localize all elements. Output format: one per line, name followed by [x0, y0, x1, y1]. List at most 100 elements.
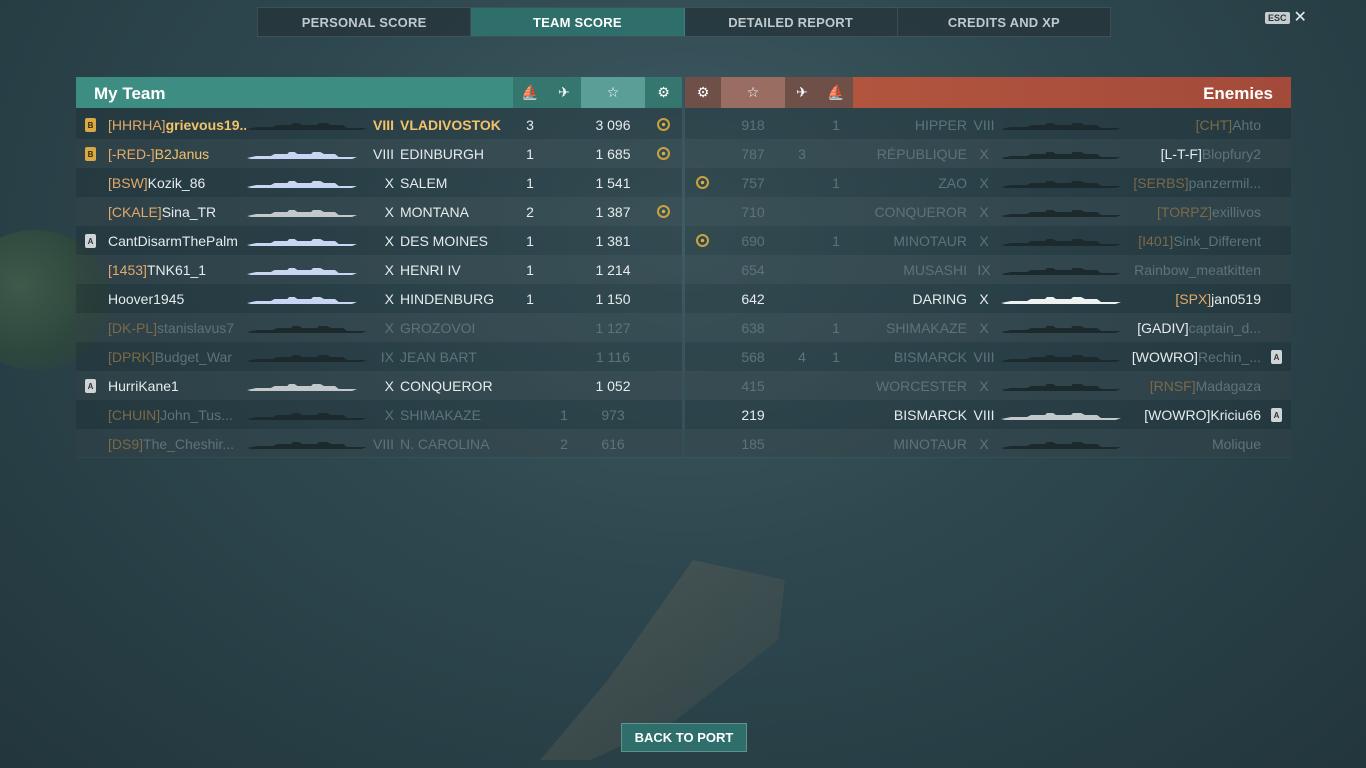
player-name[interactable]: [DPRK]Budget_War: [108, 349, 246, 365]
player-name[interactable]: [-RED-]B2Janus: [108, 146, 246, 162]
player-name[interactable]: CantDisarmThePalm: [108, 233, 246, 249]
tab-detailed-report[interactable]: DETAILED REPORT: [685, 8, 898, 36]
kills-count: 1: [832, 233, 840, 249]
player-row[interactable]: 654 MUSASHI IX Rainbow_meatkitten: [685, 255, 1291, 284]
player-row[interactable]: [CKALE]Sina_TR X MONTANA 2 1 387: [76, 197, 682, 226]
ship-tier: VIII: [973, 117, 995, 133]
clan-tag: [DPRK]: [108, 349, 155, 365]
player-row[interactable]: [CHUIN]John_Tus... X SHIMAKAZE 1 973: [76, 400, 682, 429]
tab-personal-score[interactable]: PERSONAL SCORE: [258, 8, 472, 36]
ship-tier: X: [979, 320, 989, 336]
player-name[interactable]: [1453]TNK61_1: [108, 262, 246, 278]
player-row[interactable]: 219 BISMARCK VIII [WOWRO]Kriciu66 A: [685, 400, 1291, 429]
emblem-icon-glyph: ⚙: [657, 84, 670, 100]
player-row[interactable]: 787 3 RÉPUBLIQUE X [L-T-F]Blopfury2: [685, 139, 1291, 168]
ship-silhouette: [247, 239, 367, 246]
ship-tier: VIII: [973, 407, 995, 423]
player-nickname: Kriciu66: [1210, 407, 1261, 423]
tab-credits-and-xp[interactable]: CREDITS AND XP: [898, 8, 1110, 36]
ship-silhouette: [247, 152, 367, 159]
player-nickname: grievous19...: [165, 117, 246, 133]
player-name[interactable]: [DS9]The_Cheshir...: [108, 436, 246, 452]
star-icon-glyph: ☆: [606, 84, 620, 100]
result-tabs: PERSONAL SCORE TEAM SCORE DETAILED REPOR…: [257, 7, 1111, 37]
player-row[interactable]: [BSW]Kozik_86 X SALEM 1 1 541: [76, 168, 682, 197]
player-name[interactable]: Hoover1945: [108, 291, 246, 307]
my-team-panel: My Team ⛵ ✈ ☆ ⚙ B [HHRHA]grievous19... VII…: [76, 77, 682, 458]
player-row[interactable]: 642 DARING X [SPX]jan0519: [685, 284, 1291, 313]
ship-silhouette: [1001, 413, 1121, 420]
player-name[interactable]: [CHT]Ahto: [1115, 117, 1261, 133]
base-xp-score: 3 096: [595, 117, 631, 133]
player-name[interactable]: [TORPZ]exillivos: [1115, 204, 1261, 220]
rank-badge-icon: A: [1271, 350, 1282, 364]
player-name[interactable]: [SPX]jan0519: [1115, 291, 1261, 307]
player-row[interactable]: Hoover1945 X HINDENBURG 1 1 150: [76, 284, 682, 313]
player-row[interactable]: 710 CONQUEROR X [TORPZ]exillivos: [685, 197, 1291, 226]
player-row[interactable]: [DPRK]Budget_War IX JEAN BART 1 116: [76, 342, 682, 371]
player-row[interactable]: 415 WORCESTER X [RNSF]Madagaza: [685, 371, 1291, 400]
player-name[interactable]: [RNSF]Madagaza: [1115, 378, 1261, 394]
player-name[interactable]: [CHUIN]John_Tus...: [108, 407, 246, 423]
player-nickname: Sink_Different: [1173, 233, 1261, 249]
player-nickname: Rechin_...: [1197, 349, 1261, 365]
player-name[interactable]: [SERBS]panzermil...: [1115, 175, 1261, 191]
player-row[interactable]: A CantDisarmThePalm X DES MOINES 1 1 381: [76, 226, 682, 255]
player-row[interactable]: B [-RED-]B2Janus VIII EDINBURGH 1 1 685: [76, 139, 682, 168]
player-name[interactable]: HurriKane1: [108, 378, 246, 394]
player-name[interactable]: [WOWRO]Rechin_...: [1115, 349, 1261, 365]
player-nickname: Kozik_86: [147, 175, 206, 191]
player-nickname: B2Janus: [154, 146, 210, 162]
player-row[interactable]: [1453]TNK61_1 X HENRI IV 1 1 214: [76, 255, 682, 284]
rank-badge-icon: B: [85, 147, 96, 161]
emblem-icon: ⚙: [685, 77, 721, 108]
player-row[interactable]: 690 1 MINOTAUR X [I401]Sink_Different: [685, 226, 1291, 255]
player-row[interactable]: 757 1 ZAO X [SERBS]panzermil...: [685, 168, 1291, 197]
plane-icon-glyph: ✈: [796, 84, 808, 100]
player-name[interactable]: [GADIV]captain_d...: [1115, 320, 1261, 336]
ship-tier: IX: [977, 262, 991, 278]
ship-name: SHIMAKAZE: [400, 407, 481, 423]
player-name[interactable]: Rainbow_meatkitten: [1115, 262, 1261, 278]
ship-tier: X: [384, 262, 394, 278]
player-row[interactable]: 638 1 SHIMAKAZE X [GADIV]captain_d...: [685, 313, 1291, 342]
ship-name: EDINBURGH: [400, 146, 485, 162]
player-row[interactable]: B [HHRHA]grievous19... VIII VLADIVOSTOK 3 3 0…: [76, 110, 682, 139]
clan-tag: [BSW]: [108, 175, 148, 191]
base-xp-score: 757: [741, 175, 765, 191]
player-name[interactable]: [I401]Sink_Different: [1115, 233, 1261, 249]
ship-name: MONTANA: [400, 204, 469, 220]
player-name[interactable]: [CKALE]Sina_TR: [108, 204, 246, 220]
emblem-icon-glyph: ⚙: [696, 84, 710, 100]
player-row[interactable]: 568 4 1 BISMARCK VIII [WOWRO]Rechin_... A: [685, 342, 1291, 371]
kills-count: 1: [526, 233, 534, 249]
close-button[interactable]: ESC ✕: [1265, 10, 1307, 26]
player-row[interactable]: 918 1 HIPPER VIII [CHT]Ahto: [685, 110, 1291, 139]
player-nickname: Madagaza: [1195, 378, 1261, 394]
player-nickname: Budget_War: [154, 349, 232, 365]
clan-tag: [I401]: [1138, 233, 1174, 249]
ship-silhouette: [247, 268, 367, 275]
tab-team-score[interactable]: TEAM SCORE: [471, 8, 685, 36]
player-nickname: Sina_TR: [161, 204, 217, 220]
clan-tag: [TORPZ]: [1157, 204, 1212, 220]
player-name[interactable]: [HHRHA]grievous19...: [108, 117, 246, 133]
player-row[interactable]: [DS9]The_Cheshir... VIII N. CAROLINA 2 616: [76, 429, 682, 458]
back-to-port-button[interactable]: BACK TO PORT: [621, 723, 747, 752]
player-name[interactable]: Molique: [1115, 436, 1261, 452]
ship-silhouette: [247, 326, 367, 333]
player-name[interactable]: [L-T-F]Blopfury2: [1115, 146, 1261, 162]
player-row[interactable]: A HurriKane1 X CONQUEROR 1 052: [76, 371, 682, 400]
player-name[interactable]: [WOWRO]Kriciu66: [1115, 407, 1261, 423]
ship-silhouette: [1001, 355, 1121, 362]
player-row[interactable]: 185 MINOTAUR X Molique: [685, 429, 1291, 458]
ship-name: MINOTAUR: [893, 233, 967, 249]
player-name[interactable]: [BSW]Kozik_86: [108, 175, 246, 191]
plane-icon: ✈: [547, 77, 581, 108]
player-name[interactable]: [DK-PL]stanislavus7: [108, 320, 246, 336]
ship-silhouette: [247, 123, 367, 130]
player-row[interactable]: [DK-PL]stanislavus7 X GROZOVOI 1 127: [76, 313, 682, 342]
player-nickname: Rainbow_meatkitten: [1134, 262, 1261, 278]
player-nickname: stanislavus7: [157, 320, 235, 336]
base-xp-score: 638: [741, 320, 765, 336]
